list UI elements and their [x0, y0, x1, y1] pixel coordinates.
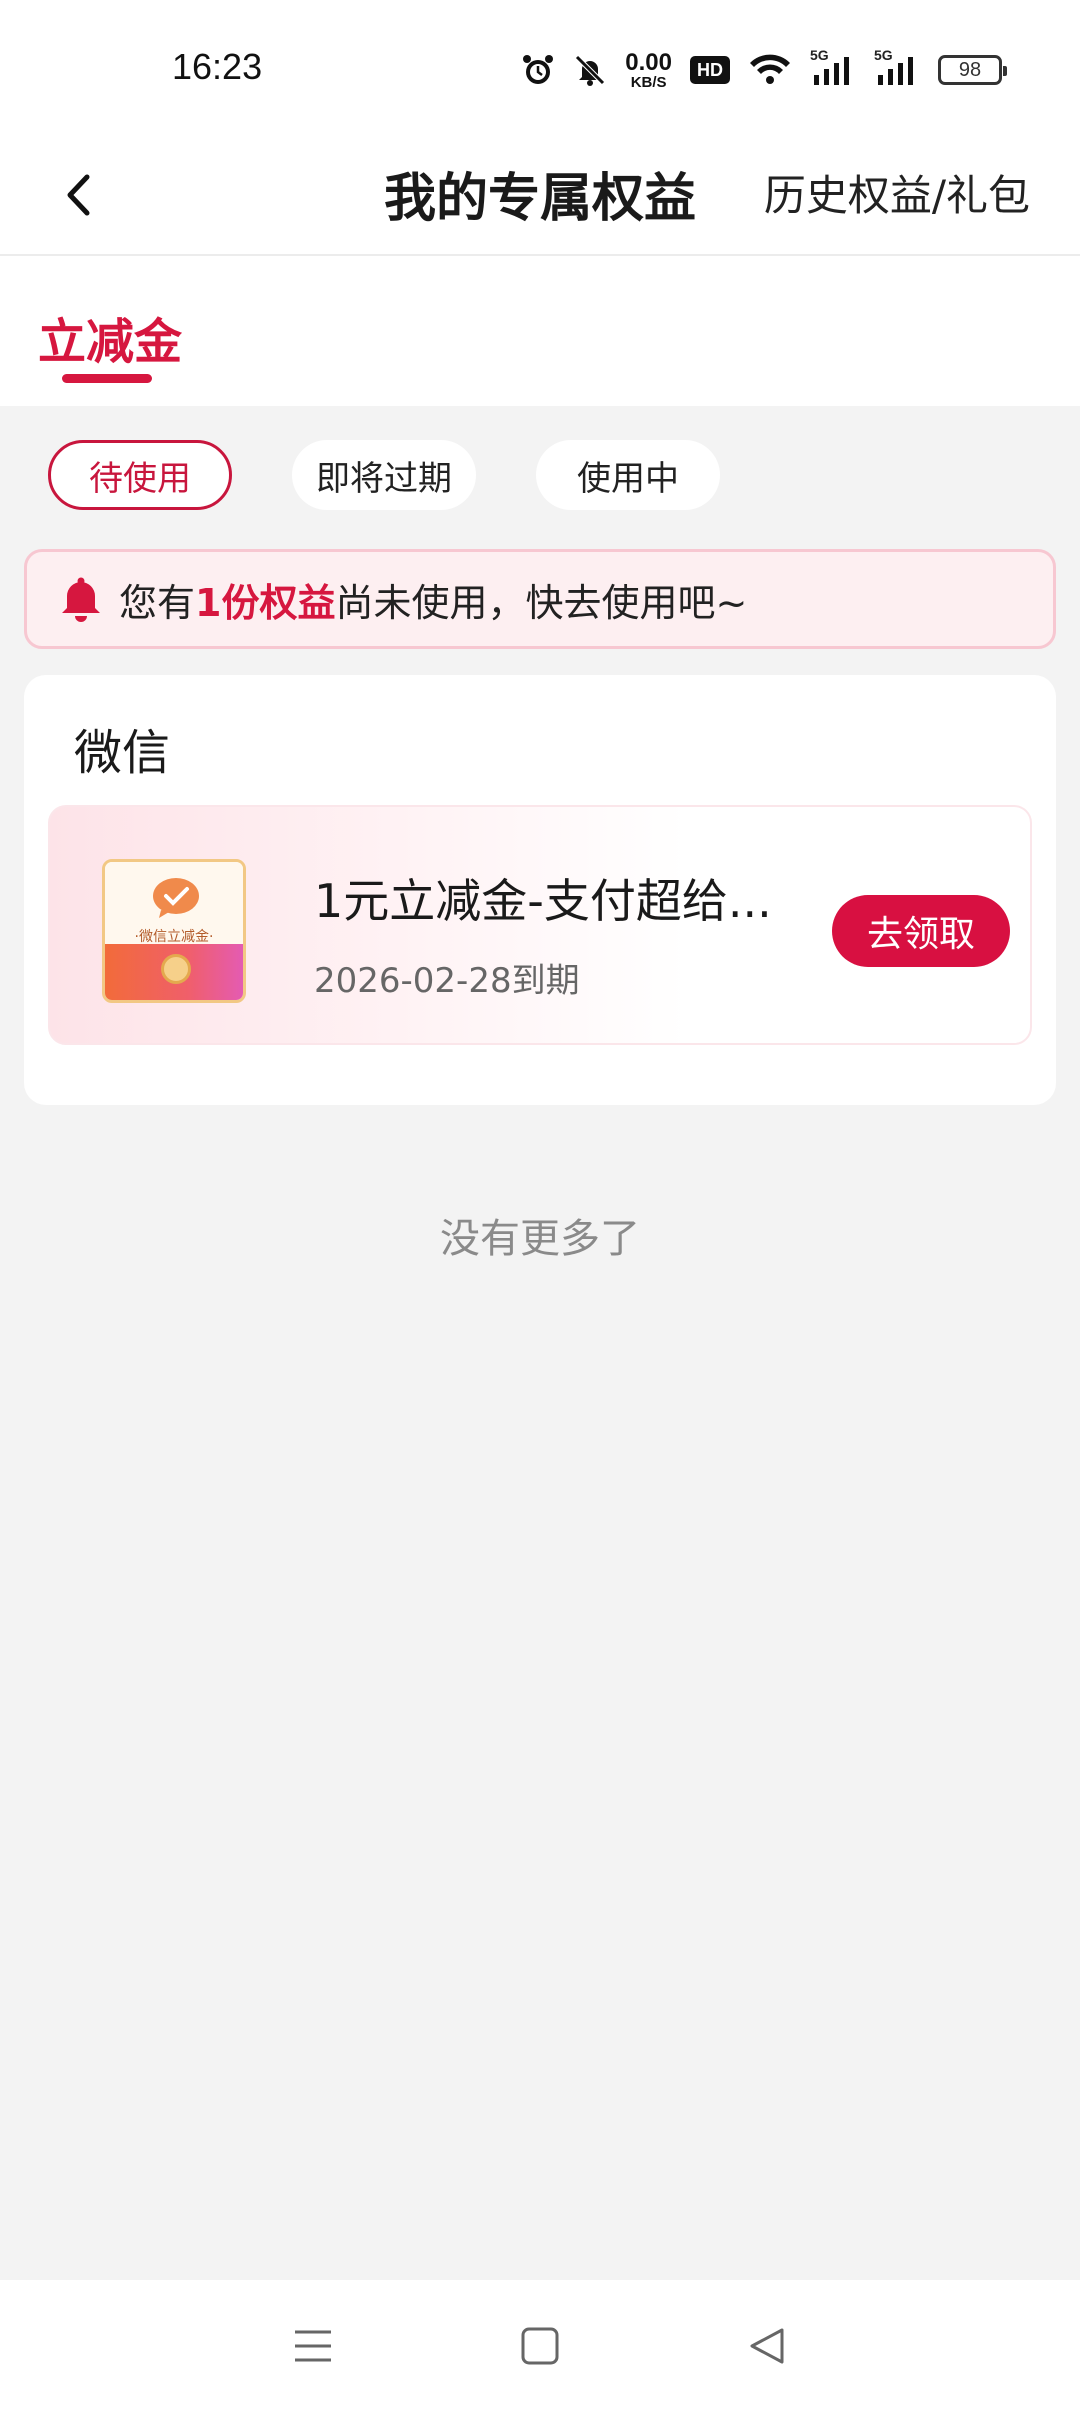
notice-highlight: 1份权益 [195, 580, 336, 625]
net-speed-unit: KB/S [630, 73, 667, 91]
benefit-card: 微信 ·微信立减金· 1元立减金-支付超给... 2026-02-28到期 去领… [24, 675, 1056, 1105]
notice-prefix: 您有 [119, 580, 196, 625]
triangle-back-icon [750, 2328, 784, 2364]
bell-icon [59, 576, 105, 622]
header: 我的专属权益 历史权益/礼包 [0, 136, 1080, 256]
signal-5g-label: 5G [810, 47, 829, 63]
coupon-expiry: 2026-02-28到期 [314, 961, 580, 1001]
filter-chips: 待使用 即将过期 使用中 [48, 440, 720, 510]
back-nav-button[interactable] [727, 2306, 807, 2386]
menu-icon [295, 2330, 332, 2362]
filter-in-use[interactable]: 使用中 [536, 440, 720, 510]
wechat-coupon-thumbnail: ·微信立减金· [102, 859, 246, 1003]
net-speed-value: 0.00 [625, 48, 672, 76]
net-speed: 0.00 KB/S [625, 48, 672, 91]
home-button[interactable] [500, 2306, 580, 2386]
signal-icon: 5G [810, 47, 856, 87]
wifi-icon [748, 53, 792, 87]
signal-icon: 5G [874, 47, 920, 87]
coin-icon [161, 954, 191, 984]
battery-icon: 98 [938, 55, 1007, 85]
filter-pending[interactable]: 待使用 [48, 440, 232, 510]
coupon-item[interactable]: ·微信立减金· 1元立减金-支付超给... 2026-02-28到期 去领取 [48, 805, 1032, 1045]
signal-5g-label: 5G [874, 47, 893, 63]
square-icon [521, 2327, 559, 2365]
system-nav-bar [0, 2280, 1080, 2412]
alarm-icon [521, 53, 555, 87]
notice-text: 您有1份权益尚未使用，快去使用吧~ [119, 572, 747, 627]
mute-icon [573, 53, 607, 87]
tab-bar: 立减金 [0, 256, 1080, 406]
tab-instant-discount[interactable]: 立减金 [38, 302, 182, 372]
hd-icon: HD [690, 56, 730, 84]
coupon-name: 1元立减金-支付超给... [314, 874, 772, 928]
wechat-pay-icon [151, 876, 201, 924]
list-end-text: 没有更多了 [440, 1216, 640, 1262]
notice-suffix: 尚未使用，快去使用吧~ [335, 580, 748, 625]
thumb-label: ·微信立减金· [134, 929, 214, 945]
battery-level: 98 [938, 55, 1007, 85]
card-title: 微信 [74, 725, 171, 781]
tab-underline [62, 374, 152, 383]
status-bar: 16:23 0.00 KB/S HD 5G 5G 98 [0, 0, 1080, 136]
filter-expiring[interactable]: 即将过期 [292, 440, 476, 510]
status-icons: 0.00 KB/S HD 5G 5G 98 [521, 40, 1007, 100]
claim-button[interactable]: 去领取 [832, 895, 1010, 967]
menu-button[interactable] [273, 2306, 353, 2386]
hd-label: HD [690, 56, 730, 84]
status-time: 16:23 [172, 46, 263, 87]
history-benefits-link[interactable]: 历史权益/礼包 [764, 162, 1030, 223]
unused-notice: 您有1份权益尚未使用，快去使用吧~ [24, 549, 1056, 649]
